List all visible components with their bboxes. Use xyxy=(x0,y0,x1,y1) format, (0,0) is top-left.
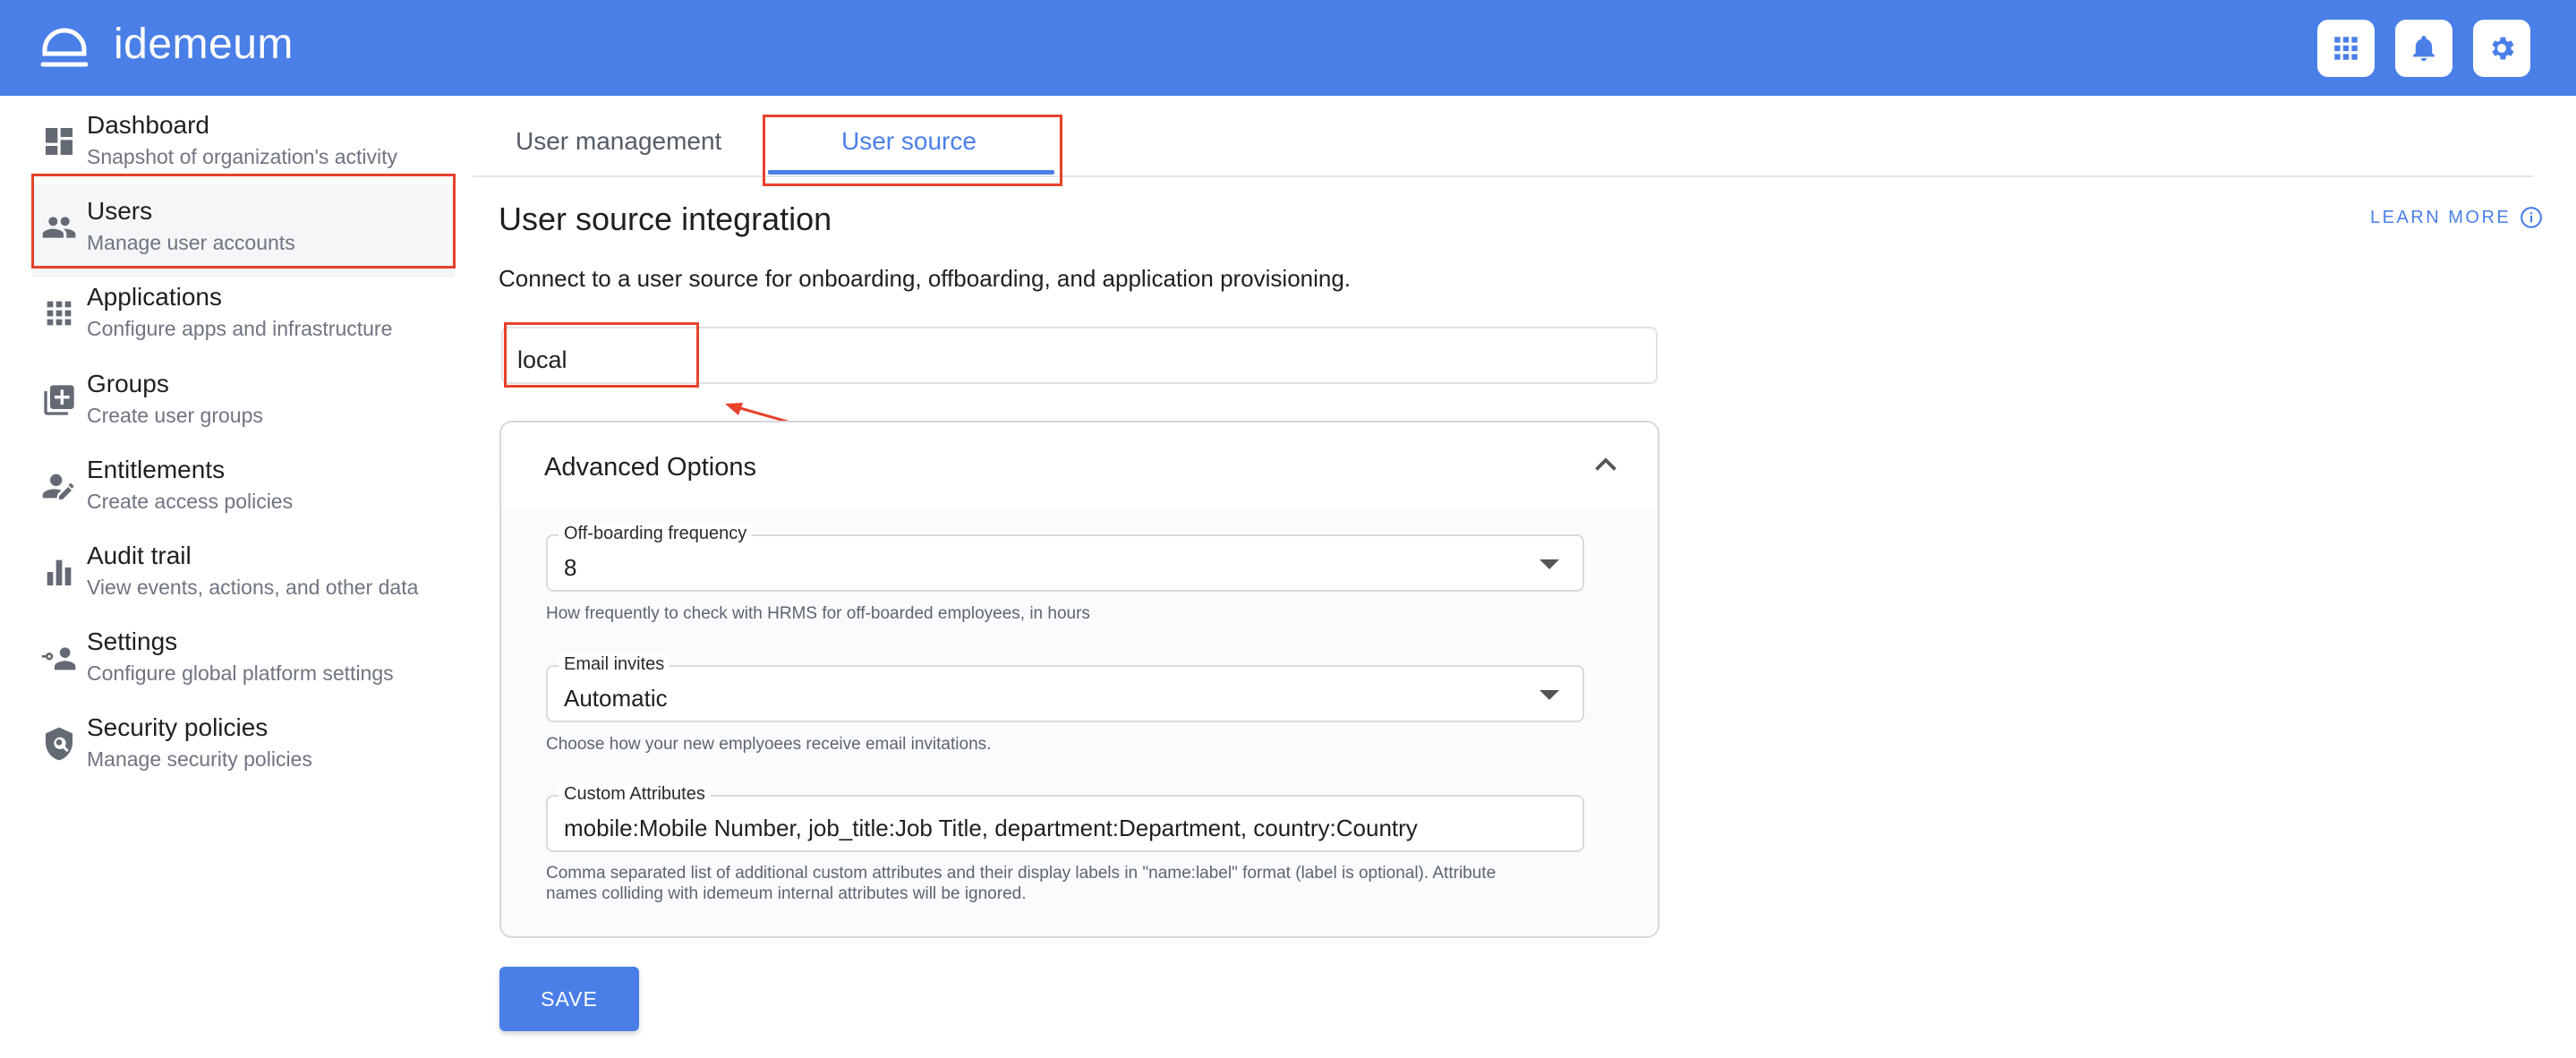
page-description: Connect to a user source for onboarding,… xyxy=(499,265,1352,292)
sidebar-item-sublabel: Manage user accounts xyxy=(87,231,295,254)
shield-search-icon xyxy=(41,726,77,762)
custom-attributes-helper: Comma separated list of additional custo… xyxy=(546,863,1531,904)
custom-attributes-helper-line: names colliding with idemeum internal at… xyxy=(546,884,1027,903)
dropdown-arrow-icon xyxy=(1540,559,1559,569)
sidebar-item-label: Dashboard xyxy=(87,111,209,139)
save-button[interactable]: SAVE xyxy=(499,967,639,1031)
email-invites-helper: Choose how your new emplyoees receive em… xyxy=(546,735,992,754)
apps-button[interactable] xyxy=(2317,20,2375,77)
sidebar-item-users[interactable]: Users Manage user accounts xyxy=(32,184,455,277)
top-header: idemeum xyxy=(0,0,2576,96)
sidebar-item-entitlements[interactable]: Entitlements Create access policies xyxy=(32,443,455,536)
tab-user-management[interactable]: User management xyxy=(516,127,721,156)
advanced-options-header[interactable]: Advanced Options xyxy=(501,422,1658,508)
dropdown-arrow-icon xyxy=(1540,690,1559,700)
gear-icon xyxy=(2492,37,2514,60)
sidebar-item-sublabel: View events, actions, and other data xyxy=(87,576,419,599)
notifications-button[interactable] xyxy=(2395,20,2452,77)
sidebar-item-security-policies[interactable]: Security policies Manage security polici… xyxy=(32,701,455,794)
email-invites-value: Automatic xyxy=(564,685,668,712)
sidebar-item-sublabel: Configure global platform settings xyxy=(87,661,394,685)
tab-bar: User management User source xyxy=(473,115,2533,177)
app-name: idemeum xyxy=(114,21,294,68)
custom-attributes-label: Custom Attributes xyxy=(559,783,711,805)
offboarding-frequency-select[interactable]: Off-boarding frequency 8 xyxy=(546,523,1584,592)
sidebar-item-label: Users xyxy=(87,197,153,225)
sidebar-item-sublabel: Create access policies xyxy=(87,490,294,513)
sidebar-item-groups[interactable]: Groups Create user groups xyxy=(32,357,455,450)
email-invites-select[interactable]: Email invites Automatic xyxy=(546,653,1584,722)
page-title: User source integration xyxy=(499,201,832,237)
offboarding-frequency-label: Off-boarding frequency xyxy=(559,523,753,544)
info-icon xyxy=(2521,207,2543,228)
offboarding-frequency-value: 8 xyxy=(564,554,577,581)
dashboard-icon xyxy=(41,124,77,159)
apps-grid-icon xyxy=(41,295,77,331)
bell-icon xyxy=(2413,35,2435,62)
idemeum-logo-icon xyxy=(40,28,89,67)
sidebar-item-label: Applications xyxy=(87,283,222,311)
custom-attributes-value: mobile:Mobile Number, job_title:Job Titl… xyxy=(564,815,1418,841)
learn-more-label: LEARN MORE xyxy=(2370,207,2512,227)
sidebar-item-sublabel: Manage security policies xyxy=(87,747,312,771)
sidebar-item-label: Entitlements xyxy=(87,456,226,483)
sidebar-item-settings[interactable]: Settings Configure global platform setti… xyxy=(32,615,455,708)
custom-attributes-helper-line: Comma separated list of additional custo… xyxy=(546,864,1497,883)
sidebar-item-label: Groups xyxy=(87,370,169,397)
custom-attributes-input[interactable]: Custom Attributes mobile:Mobile Number, … xyxy=(546,783,1584,852)
group-add-icon xyxy=(41,382,77,418)
sidebar-item-label: Security policies xyxy=(87,713,269,741)
person-edit-icon xyxy=(41,468,77,504)
learn-more-link[interactable]: LEARN MORE xyxy=(2370,206,2543,229)
sidebar-item-sublabel: Create user groups xyxy=(87,404,263,427)
user-source-field[interactable]: local xyxy=(501,327,1658,384)
sidebar-item-label: Settings xyxy=(87,627,178,655)
email-invites-label: Email invites xyxy=(559,653,670,675)
sidebar-item-applications[interactable]: Applications Configure apps and infrastr… xyxy=(32,270,455,363)
advanced-options-title: Advanced Options xyxy=(544,453,756,482)
sidebar-item-sublabel: Configure apps and infrastructure xyxy=(87,317,393,340)
person-key-icon xyxy=(41,640,77,676)
user-source-value: local xyxy=(517,346,567,373)
tab-user-source[interactable]: User source xyxy=(841,127,977,156)
apps-grid-icon xyxy=(2334,37,2358,60)
sidebar: Dashboard Snapshot of organization's act… xyxy=(0,96,465,1058)
active-tab-indicator xyxy=(768,170,1054,175)
chevron-up-icon[interactable] xyxy=(1590,449,1622,482)
bar-chart-icon xyxy=(41,554,77,590)
users-icon xyxy=(41,209,77,245)
settings-button[interactable] xyxy=(2473,20,2530,77)
sidebar-item-audit-trail[interactable]: Audit trail View events, actions, and ot… xyxy=(32,529,455,622)
sidebar-item-dashboard[interactable]: Dashboard Snapshot of organization's act… xyxy=(32,98,455,192)
sidebar-item-sublabel: Snapshot of organization's activity xyxy=(87,145,398,168)
offboarding-frequency-helper: How frequently to check with HRMS for of… xyxy=(546,604,1090,623)
advanced-options-panel: Advanced Options Off-boarding frequency … xyxy=(499,421,1659,938)
sidebar-item-label: Audit trail xyxy=(87,542,192,569)
